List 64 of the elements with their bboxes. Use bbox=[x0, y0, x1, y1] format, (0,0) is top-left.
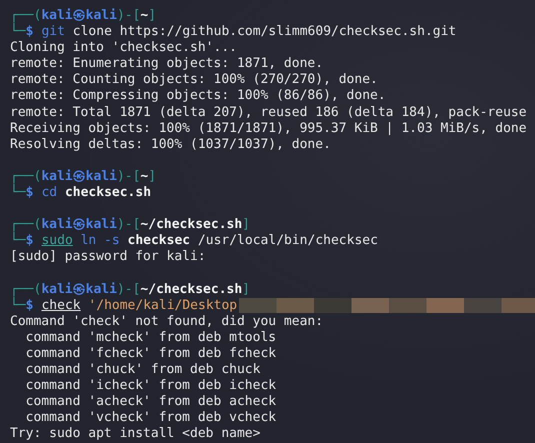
prompt-frame: )-[ bbox=[116, 168, 140, 186]
prompt-frame: )-[ bbox=[116, 217, 140, 234]
prompt-at-sign: ㉿ bbox=[72, 8, 86, 24]
prompt-frame: ] bbox=[148, 168, 156, 186]
prompt-at-sign: ㉿ bbox=[72, 282, 86, 298]
prompt-host: kali bbox=[86, 217, 117, 234]
output-line: Command 'check' not found, did you mean: bbox=[10, 314, 324, 330]
prompt-host: kali bbox=[86, 282, 117, 298]
output-line: Cloning into 'checksec.sh'... bbox=[10, 40, 237, 56]
prompt-frame: ┌──( bbox=[10, 8, 42, 24]
string-argument: '/home/kali/Desktop bbox=[88, 298, 238, 314]
prompt-frame: ] bbox=[242, 282, 250, 298]
command-name: ln bbox=[80, 233, 96, 250]
path-argument: checksec bbox=[128, 233, 190, 250]
prompt-host: kali bbox=[86, 8, 117, 24]
output-line: command 'fcheck' from deb fcheck bbox=[24, 346, 276, 362]
prompt-frame: )-[ bbox=[116, 282, 140, 298]
prompt-symbol: $ bbox=[26, 24, 34, 40]
prompt-frame: ┌──( bbox=[10, 282, 42, 298]
prompt-symbol: $ bbox=[26, 233, 34, 250]
prompt-at-sign: ㉿ bbox=[72, 168, 86, 186]
output-line: remote: Total 1871 (delta 207), reused 186 (delta 184), pack-reuse bbox=[10, 104, 527, 121]
prompt-path: ~/checksec.sh bbox=[140, 282, 242, 298]
prompt-frame: └─ bbox=[10, 233, 26, 250]
output-line: command 'vcheck' from deb vcheck bbox=[24, 410, 276, 426]
output-line: command 'acheck' from deb acheck bbox=[24, 394, 276, 410]
command-argument: clone bbox=[72, 24, 112, 40]
prompt-path: ~/checksec.sh bbox=[140, 217, 242, 234]
output-line: [sudo] password for kali: bbox=[10, 249, 206, 266]
prompt-symbol: $ bbox=[26, 298, 34, 314]
prompt-frame: └─ bbox=[10, 298, 26, 314]
output-line: remote: Enumerating objects: 1871, done. bbox=[10, 56, 324, 72]
prompt-at-sign: ㉿ bbox=[72, 217, 86, 234]
prompt-host: kali bbox=[86, 168, 117, 186]
output-line: command 'mcheck' from deb mtools bbox=[24, 330, 276, 346]
prompt-frame: ] bbox=[148, 8, 156, 24]
output-line: remote: Counting objects: 100% (270/270), done. bbox=[10, 72, 378, 88]
command-name: git bbox=[41, 24, 65, 40]
prompt-symbol: $ bbox=[26, 185, 34, 202]
output-line: command 'chuck' from deb chuck bbox=[24, 362, 260, 378]
command-option: -s bbox=[104, 233, 120, 250]
command-argument: /usr/local/bin/checksec bbox=[198, 233, 378, 250]
prompt-user: kali bbox=[41, 282, 73, 298]
prompt-frame: └─ bbox=[10, 24, 26, 40]
prompt-frame: ] bbox=[242, 217, 250, 234]
sudo-command: sudo bbox=[41, 233, 73, 250]
command-name: cd bbox=[41, 185, 58, 202]
prompt-user: kali bbox=[41, 217, 73, 234]
prompt-path: ~ bbox=[140, 168, 148, 186]
output-line: Receiving objects: 100% (1871/1871), 995.37 KiB | 1.03 MiB/s, done bbox=[10, 120, 527, 137]
command-argument: https://github.com/slimm609/checksec.sh.git bbox=[120, 24, 456, 40]
prompt-frame: └─ bbox=[10, 185, 26, 202]
prompt-user: kali bbox=[41, 168, 73, 186]
command-name: check bbox=[41, 298, 81, 314]
output-line: remote: Compressing objects: 100% (86/86), done. bbox=[10, 88, 386, 105]
output-line: Resolving deltas: 100% (1037/1037), done. bbox=[10, 136, 331, 153]
prompt-frame: ┌──( bbox=[10, 168, 42, 186]
prompt-path: ~ bbox=[140, 8, 148, 24]
prompt-user: kali bbox=[41, 8, 73, 24]
output-line: Try: sudo apt install <deb name> bbox=[10, 426, 260, 443]
path-argument: checksec.sh bbox=[64, 185, 152, 202]
output-line: command 'icheck' from deb icheck bbox=[24, 378, 276, 394]
prompt-frame: )-[ bbox=[116, 8, 140, 24]
prompt-frame: ┌──( bbox=[10, 217, 42, 234]
